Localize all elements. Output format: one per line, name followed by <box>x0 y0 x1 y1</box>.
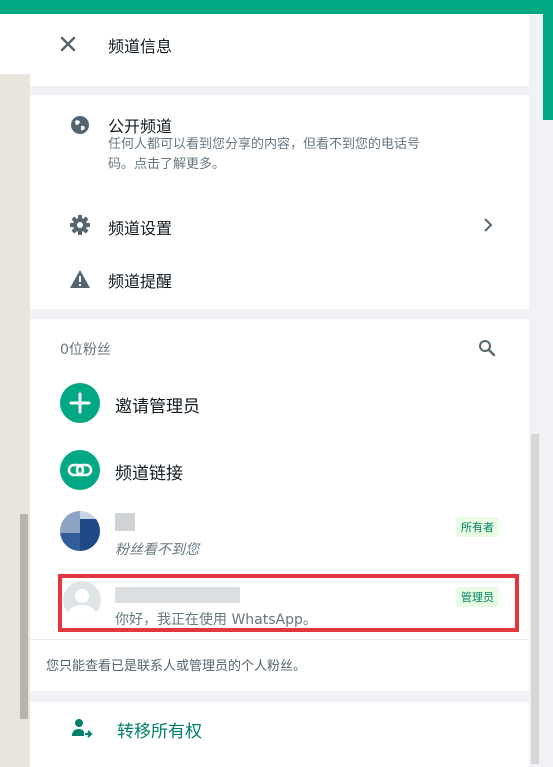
channel-alerts-label: 频道提醒 <box>108 272 173 291</box>
channel-settings-section: 公开频道 任何人都可以看到您分享的内容，但看不到您的电话号 码。点击了解更多。 <box>30 95 529 309</box>
chevron-right-icon <box>482 217 494 237</box>
page-title: 频道信息 <box>108 37 173 56</box>
invite-admin-row[interactable]: 邀请管理员 <box>30 379 529 429</box>
panel-scrollbar[interactable] <box>531 434 539 764</box>
followers-note: 您只能查看已是联系人或管理员的个人粉丝。 <box>46 659 307 674</box>
public-channel-row[interactable]: 公开频道 任何人都可以看到您分享的内容，但看不到您的电话号 码。点击了解更多。 <box>30 103 529 175</box>
member-subtitle: 粉丝看不到您 <box>115 542 199 558</box>
link-icon <box>60 450 100 490</box>
list-item[interactable]: 所有者 粉丝看不到您 <box>30 507 529 567</box>
panel-header: 频道信息 <box>30 14 529 86</box>
search-icon[interactable] <box>478 339 496 361</box>
chat-header-area <box>0 14 30 74</box>
followers-section: 0位粉丝 邀请管理员 频道链接 所有者 粉丝看不到您 管理员 你好，我正在使用 … <box>30 319 529 691</box>
channel-link-row[interactable]: 频道链接 <box>30 445 529 495</box>
transfer-section: 转移所有权 <box>30 702 529 767</box>
channel-settings-row[interactable]: 频道设置 <box>30 200 529 250</box>
person-transfer-icon <box>70 716 94 740</box>
channel-link-label: 频道链接 <box>115 464 183 484</box>
channel-settings-label: 频道设置 <box>108 219 173 238</box>
public-channel-desc-line2: 码。点击了解更多。 <box>108 157 226 172</box>
chat-background <box>0 14 30 767</box>
highlight-box <box>58 574 519 632</box>
invite-admin-label: 邀请管理员 <box>115 397 200 417</box>
warning-icon <box>68 267 92 291</box>
avatar <box>60 511 100 551</box>
status-badge: 所有者 <box>456 517 499 537</box>
accent-edge <box>543 14 553 120</box>
public-channel-title: 公开频道 <box>108 117 173 136</box>
transfer-ownership-button[interactable]: 转移所有权 <box>30 702 529 752</box>
public-channel-desc-line1: 任何人都可以看到您分享的内容，但看不到您的电话号 <box>108 137 421 152</box>
divider <box>30 639 529 640</box>
followers-count: 0位粉丝 <box>60 342 111 358</box>
blurred-name <box>115 513 135 531</box>
app-top-bar <box>0 0 553 14</box>
channel-alerts-row[interactable]: 频道提醒 <box>30 255 529 303</box>
close-icon[interactable] <box>58 34 78 54</box>
transfer-ownership-label: 转移所有权 <box>117 722 202 742</box>
gear-icon <box>68 213 92 237</box>
chat-scrollbar[interactable] <box>20 514 28 719</box>
right-edge <box>529 14 553 767</box>
add-icon <box>60 383 100 423</box>
globe-icon <box>68 113 92 137</box>
